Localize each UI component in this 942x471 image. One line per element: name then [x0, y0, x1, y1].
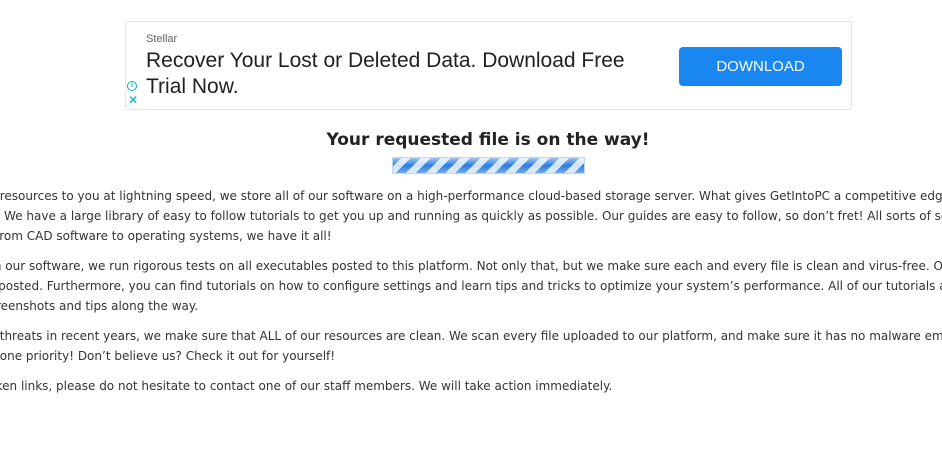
ad-headline[interactable]: Recover Your Lost or Deleted Data. Downl…	[146, 48, 666, 100]
adchoices-info-icon[interactable]: i	[127, 81, 137, 91]
paragraph-line: ng from CAD software to operating system…	[0, 229, 332, 243]
ad-banner[interactable]: Stellar Recover Your Lost or Deleted Dat…	[125, 21, 852, 110]
download-page: Stellar Recover Your Lost or Deleted Dat…	[0, 0, 942, 471]
paragraph-line: with our software, we run rigorous tests…	[0, 259, 942, 273]
paragraph-line: are! We have a large library of easy to …	[0, 209, 942, 223]
paragraph: our resources to you at lightning speed,…	[0, 186, 942, 246]
paragraph-line: ets posted. Furthermore, you can find tu…	[0, 279, 942, 293]
paragraph-line: ber one priority! Don’t believe us? Chec…	[0, 349, 336, 363]
paragraph: with our software, we run rigorous tests…	[0, 256, 942, 316]
article-body: our resources to you at lightning speed,…	[0, 186, 942, 406]
page-title: Your requested file is on the way!	[326, 130, 650, 150]
paragraph-line: broken links, please do not hesitate to …	[0, 379, 613, 393]
ad-close-icon[interactable]: ✕	[128, 94, 138, 106]
ad-download-button[interactable]: DOWNLOAD	[679, 47, 842, 86]
paragraph: ber threats in recent years, we make sur…	[0, 326, 942, 366]
paragraph: broken links, please do not hesitate to …	[0, 376, 942, 396]
paragraph-line: ber threats in recent years, we make sur…	[0, 329, 942, 343]
ad-brand-name[interactable]: Stellar	[146, 33, 177, 45]
download-progress-bar	[392, 157, 585, 174]
paragraph-line: our resources to you at lightning speed,…	[0, 189, 942, 203]
paragraph-line: l screenshots and tips along the way.	[0, 299, 199, 313]
